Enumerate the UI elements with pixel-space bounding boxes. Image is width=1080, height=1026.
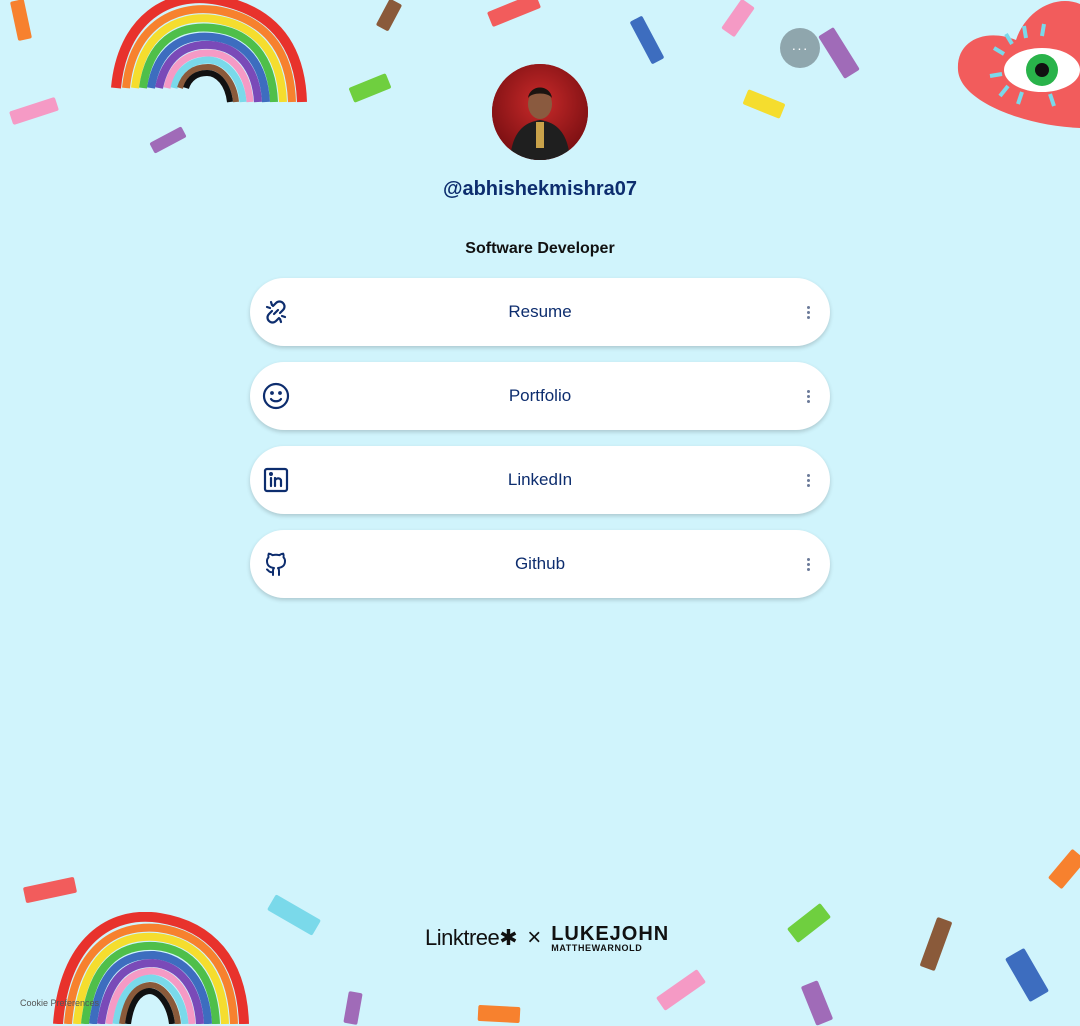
linkedin-icon	[263, 467, 289, 493]
link-button-resume[interactable]: Resume	[250, 278, 830, 346]
confetti	[800, 980, 834, 1026]
confetti	[22, 876, 78, 904]
link-label: LinkedIn	[507, 470, 573, 489]
confetti	[1004, 947, 1050, 1003]
confetti	[721, 0, 755, 38]
confetti	[9, 96, 59, 126]
confetti	[742, 89, 786, 119]
confetti	[343, 991, 363, 1025]
links-list: Resume Portfolio LinkedIn Github	[250, 278, 830, 614]
profile-handle: @abhishekmishra07	[442, 178, 638, 200]
link-icon	[265, 300, 287, 324]
confetti	[486, 0, 542, 28]
collab-separator: ×	[527, 924, 542, 951]
github-icon	[266, 552, 286, 576]
profile-bio: Software Developer	[465, 240, 615, 257]
smiley-icon	[262, 382, 290, 410]
footer-branding[interactable]: Linktree✱ × LUKEJOHN MATTHEWARNOLD	[425, 922, 669, 954]
kebab-menu-icon[interactable]	[800, 386, 816, 406]
link-button-linkedin[interactable]: LinkedIn	[250, 446, 830, 514]
partner-logo-line1: LUKEJOHN	[551, 922, 670, 945]
kebab-menu-icon[interactable]	[800, 470, 816, 490]
heart-eye-illustration	[957, 1, 1080, 128]
confetti	[477, 1004, 521, 1024]
partner-logo-line2: MATTHEWARNOLD	[551, 942, 643, 953]
confetti	[149, 126, 187, 154]
link-label: Portfolio	[508, 386, 572, 405]
confetti	[348, 73, 392, 103]
confetti	[655, 969, 707, 1011]
confetti	[266, 894, 322, 936]
confetti	[919, 916, 953, 972]
linktree-logo: Linktree✱	[425, 925, 518, 950]
confetti	[629, 15, 665, 65]
avatar	[492, 64, 588, 160]
link-label: Resume	[508, 302, 572, 321]
rainbow-illustration	[111, 0, 307, 103]
kebab-menu-icon[interactable]	[800, 302, 816, 322]
confetti	[818, 27, 860, 79]
more-options-button[interactable]: ···	[780, 28, 820, 68]
confetti	[1047, 848, 1080, 890]
link-label: Github	[514, 554, 566, 573]
confetti	[786, 902, 832, 944]
link-button-github[interactable]: Github	[250, 530, 830, 598]
link-button-portfolio[interactable]: Portfolio	[250, 362, 830, 430]
cookie-preferences-link[interactable]: Cookie Preferences	[20, 998, 99, 1008]
confetti	[9, 0, 33, 42]
partner-logo: LUKEJOHN MATTHEWARNOLD	[551, 924, 669, 953]
kebab-menu-icon[interactable]	[800, 554, 816, 574]
ellipsis-icon: ···	[791, 40, 809, 56]
confetti	[375, 0, 403, 32]
